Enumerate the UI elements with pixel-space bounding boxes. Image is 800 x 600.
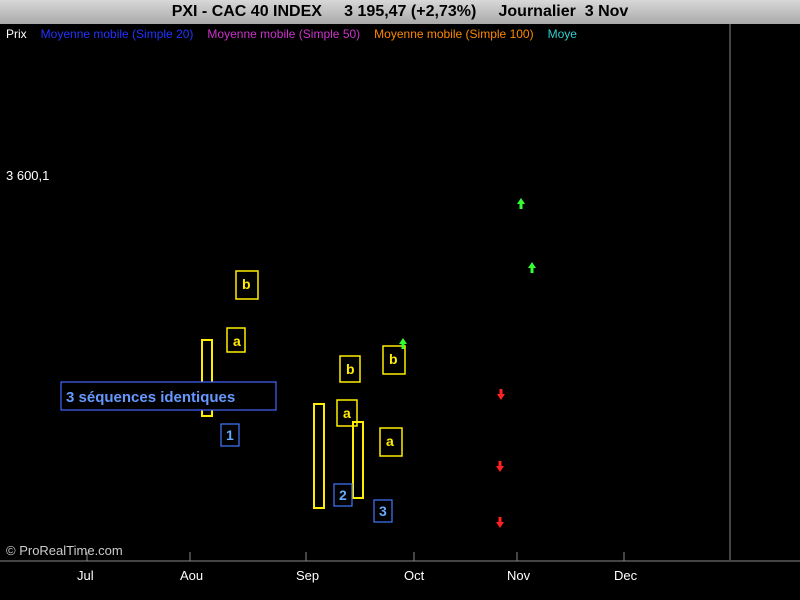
- pattern-letter-b: b: [346, 361, 355, 377]
- x-tick-label: Sep: [296, 568, 319, 583]
- candlestick-chart[interactable]: b a b a b a 1 2 3 3 séquences identiques 3 600,1 Pr…: [0, 24, 800, 600]
- chart-title: PXI - CAC 40 INDEX 3 195,47 (+2,73%) Jou…: [0, 0, 800, 24]
- x-tick-label: Dec: [614, 568, 638, 583]
- x-tick-label: Jul: [77, 568, 94, 583]
- pattern-letter-b: b: [242, 276, 251, 292]
- legend-item-3: Moyenne mobile (Simple 100): [374, 27, 533, 41]
- legend-item-2: Moyenne mobile (Simple 50): [207, 27, 360, 41]
- x-tick-label: Aou: [180, 568, 203, 583]
- annotation-text: 3 séquences identiques: [66, 389, 235, 406]
- legend-item-0: Prix: [6, 27, 27, 41]
- sequence-label-1: 1: [226, 427, 234, 443]
- sequence-label-2: 2: [339, 487, 347, 503]
- pattern-letter-b: b: [389, 351, 398, 367]
- legend-item-4: Moye: [548, 27, 578, 41]
- pattern-letter-a: a: [343, 405, 351, 421]
- legend-item-1: Moyenne mobile (Simple 20): [41, 27, 194, 41]
- x-tick-label: Oct: [404, 568, 425, 583]
- level-label-3600: 3 600,1: [6, 168, 49, 183]
- pattern-letter-a: a: [386, 433, 394, 449]
- watermark: © ProRealTime.com: [6, 543, 123, 558]
- sequence-label-3: 3: [379, 503, 387, 519]
- x-axis-area: [0, 560, 800, 600]
- pattern-letter-a: a: [233, 333, 241, 349]
- right-axis: [730, 24, 800, 560]
- plot-area: [0, 24, 730, 560]
- x-tick-label: Nov: [507, 568, 531, 583]
